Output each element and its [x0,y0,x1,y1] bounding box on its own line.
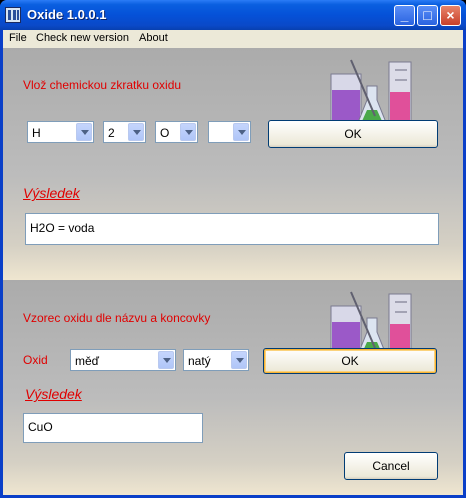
name-section: Vzorec oxidu dle názvu a koncovky Oxid m… [3,280,463,495]
minimize-button[interactable]: _ [394,5,415,26]
chevron-down-icon[interactable] [180,123,196,141]
menu-about[interactable]: About [139,32,168,44]
name-result-heading: Výsledek [25,386,82,402]
close-button[interactable]: × [440,5,461,26]
cancel-button[interactable]: Cancel [344,452,438,480]
count2-combo[interactable] [208,121,251,143]
element-name-value: měď [75,354,100,368]
formula-result-field[interactable]: H2O = voda [25,213,439,245]
element1-value: H [32,126,41,140]
menu-bar: File Check new version About [3,30,463,48]
app-window: Oxide 1.0.0.1 _ □ × File Check new versi… [0,0,466,498]
name-prompt: Vzorec oxidu dle názvu a koncovky [23,311,211,325]
close-icon: × [446,7,455,23]
formula-prompt: Vlož chemickou zkratku oxidu [23,78,182,92]
chevron-down-icon[interactable] [158,351,174,369]
formula-result-heading: Výsledek [23,185,80,201]
menu-file[interactable]: File [9,32,27,44]
chevron-down-icon[interactable] [233,123,249,141]
name-ok-button[interactable]: OK [263,348,437,374]
chevron-down-icon[interactable] [76,123,92,141]
app-icon [5,7,21,23]
suffix-value: natý [188,354,211,368]
element2-combo[interactable]: O [155,121,198,143]
element1-combo[interactable]: H [27,121,94,143]
menu-check-new-version[interactable]: Check new version [36,32,129,44]
maximize-button[interactable]: □ [417,5,438,26]
element2-value: O [160,126,170,140]
formula-ok-button[interactable]: OK [268,120,438,148]
title-bar[interactable]: Oxide 1.0.0.1 _ □ × [0,0,466,30]
chevron-down-icon[interactable] [231,351,247,369]
chevron-down-icon[interactable] [128,123,144,141]
window-title: Oxide 1.0.0.1 [27,7,107,22]
oxid-label: Oxid [23,353,48,367]
window-client-area: File Check new version About Vlož chemic… [3,30,463,495]
maximize-icon: □ [423,7,432,23]
count1-value: 2 [108,126,115,140]
formula-section: Vlož chemickou zkratku oxidu H 2 O OK Vý… [3,48,463,280]
count1-combo[interactable]: 2 [103,121,146,143]
suffix-combo[interactable]: natý [183,349,249,371]
minimize-icon: _ [400,7,409,23]
element-name-combo[interactable]: měď [70,349,176,371]
name-result-field[interactable]: CuO [23,413,203,443]
